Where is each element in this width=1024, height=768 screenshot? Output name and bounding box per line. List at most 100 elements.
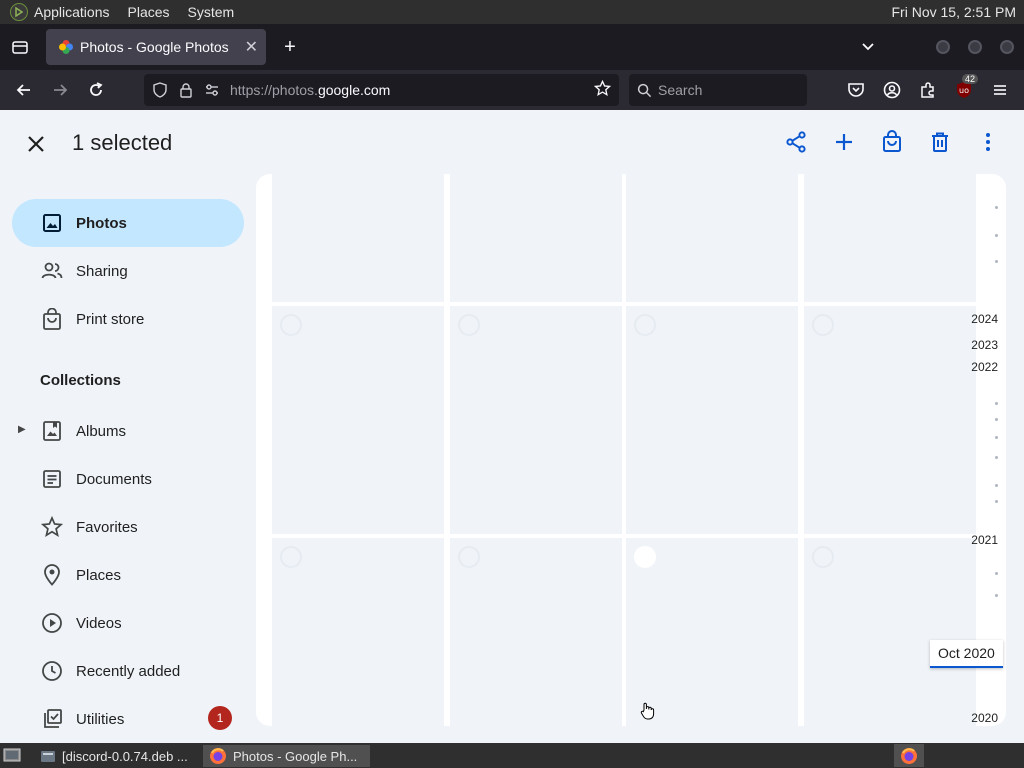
clock[interactable]: Fri Nov 15, 2:51 PM [892, 4, 1017, 20]
pocket-icon[interactable] [844, 78, 868, 102]
window-close-button[interactable] [1000, 40, 1014, 54]
delete-trash-icon[interactable] [928, 130, 952, 154]
applications-menu[interactable]: Applications [34, 4, 110, 20]
add-to-icon[interactable] [832, 130, 856, 154]
timeline-year-2021[interactable]: 2021 [971, 533, 998, 547]
taskbar-task-google-photos[interactable]: Photos - Google Ph... [203, 745, 370, 767]
photo-thumbnail[interactable] [804, 174, 976, 302]
hamburger-menu-icon[interactable] [988, 78, 1012, 102]
taskbar-task-discord-deb[interactable]: [discord-0.0.74.deb ... [34, 745, 202, 767]
timeline-year-2022[interactable]: 2022 [971, 360, 998, 374]
photo-thumbnail[interactable] [626, 174, 798, 302]
svg-text:uo: uo [959, 86, 969, 95]
selection-count: 1 selected [72, 130, 173, 155]
distro-logo-icon[interactable] [10, 3, 28, 21]
sidebar-item-videos[interactable]: Videos [12, 599, 244, 647]
url-prefix: https://photos. [230, 82, 318, 98]
permissions-icon[interactable] [204, 82, 220, 98]
browser-tab-bar: Photos - Google Photos ✕ + [0, 24, 1024, 70]
window-maximize-button[interactable] [968, 40, 982, 54]
utilities-notification-badge: 1 [208, 706, 232, 730]
sidebar-item-photos[interactable]: Photos [12, 199, 244, 247]
photo-thumbnail[interactable] [272, 538, 444, 726]
sidebar-item-label: Favorites [76, 518, 138, 536]
photo-thumbnail[interactable] [804, 306, 976, 534]
sidebar-item-documents[interactable]: Documents [12, 455, 244, 503]
photo-thumbnail[interactable] [804, 538, 976, 726]
tab-google-photos[interactable]: Photos - Google Photos ✕ [46, 29, 266, 65]
task-label: Photos - Google Ph... [233, 748, 358, 764]
search-bar[interactable]: Search [629, 74, 807, 106]
system-menu[interactable]: System [188, 4, 235, 20]
sidebar-item-sharing[interactable]: Sharing [12, 247, 244, 295]
clock-icon [40, 659, 64, 683]
tracking-shield-icon[interactable] [152, 82, 168, 98]
hand-cursor-icon [640, 702, 655, 720]
photo-thumbnail[interactable] [272, 174, 444, 302]
timeline-tick [995, 500, 998, 503]
clear-selection-close-icon[interactable] [22, 130, 50, 158]
document-icon [40, 467, 64, 491]
sidebar-item-label: Utilities [76, 710, 125, 728]
photo-thumbnail[interactable] [450, 174, 622, 302]
tray-firefox-icon[interactable] [894, 744, 924, 767]
order-photo-bag-icon[interactable] [880, 130, 904, 154]
sidebar-item-label: Albums [76, 422, 127, 440]
forward-icon[interactable] [48, 78, 72, 102]
select-checkbox-icon[interactable] [280, 314, 302, 336]
select-checkbox-icon[interactable] [458, 314, 480, 336]
sidebar-item-places[interactable]: Places [12, 551, 244, 599]
sidebar-item-label: Videos [76, 614, 122, 632]
timeline-year-2020[interactable]: 2020 [971, 711, 998, 725]
timeline-tick [995, 484, 998, 487]
timeline-year-2023[interactable]: 2023 [971, 338, 998, 352]
show-desktop-icon[interactable] [3, 747, 21, 766]
account-icon[interactable] [880, 78, 904, 102]
google-photos-page: 1 selected Photos Sharing Print store Co… [0, 110, 1024, 743]
timeline-tick [995, 418, 998, 421]
bookmark-star-icon[interactable] [593, 79, 612, 100]
photo-thumbnail[interactable] [450, 306, 622, 534]
task-label: [discord-0.0.74.deb ... [62, 748, 188, 764]
select-checkbox-icon[interactable] [812, 314, 834, 336]
timeline-tick [995, 436, 998, 439]
tab-close-icon[interactable]: ✕ [245, 37, 258, 57]
places-menu[interactable]: Places [128, 4, 170, 20]
sidebar-item-label: Documents [76, 470, 152, 488]
sidebar-item-albums[interactable]: Albums [12, 407, 244, 455]
selected-checkbox-icon[interactable] [634, 546, 656, 568]
bottom-taskbar: [discord-0.0.74.deb ... Photos - Google … [0, 743, 1024, 768]
select-checkbox-icon[interactable] [812, 546, 834, 568]
timeline-year-2024[interactable]: 2024 [971, 312, 998, 326]
search-placeholder: Search [658, 82, 703, 98]
sidebar-item-print-store[interactable]: Print store [12, 295, 244, 343]
select-checkbox-icon[interactable] [634, 314, 656, 336]
select-checkbox-icon[interactable] [458, 546, 480, 568]
select-checkbox-icon[interactable] [280, 546, 302, 568]
timeline-tick [995, 206, 998, 209]
reload-icon[interactable] [84, 78, 108, 102]
share-icon[interactable] [784, 130, 808, 154]
lock-icon[interactable] [178, 82, 194, 98]
photo-thumbnail[interactable] [626, 306, 798, 534]
photo-thumbnail[interactable] [450, 538, 622, 726]
url-domain: google.com [317, 82, 391, 98]
extensions-puzzle-icon[interactable] [916, 78, 940, 102]
window-minimize-button[interactable] [936, 40, 950, 54]
tab-overview-icon[interactable] [8, 35, 32, 59]
selection-toolbar: 1 selected [0, 110, 1024, 174]
people-icon [40, 259, 64, 283]
extension-count-badge: 42 [962, 74, 979, 84]
system-top-panel: Applications Places System Fri Nov 15, 2… [0, 0, 1024, 24]
photo-thumbnail-selected[interactable] [626, 538, 798, 726]
url-bar[interactable]: https://photos. google.com [144, 74, 619, 106]
new-tab-icon[interactable]: + [278, 35, 302, 59]
sidebar-item-favorites[interactable]: Favorites [12, 503, 244, 551]
tab-list-chevron-icon[interactable] [856, 35, 880, 59]
sidebar-item-recently-added[interactable]: Recently added [12, 647, 244, 695]
back-icon[interactable] [12, 78, 36, 102]
album-icon [40, 419, 64, 443]
timeline-tick [995, 260, 998, 263]
more-options-icon[interactable] [976, 130, 1000, 154]
photo-thumbnail[interactable] [272, 306, 444, 534]
